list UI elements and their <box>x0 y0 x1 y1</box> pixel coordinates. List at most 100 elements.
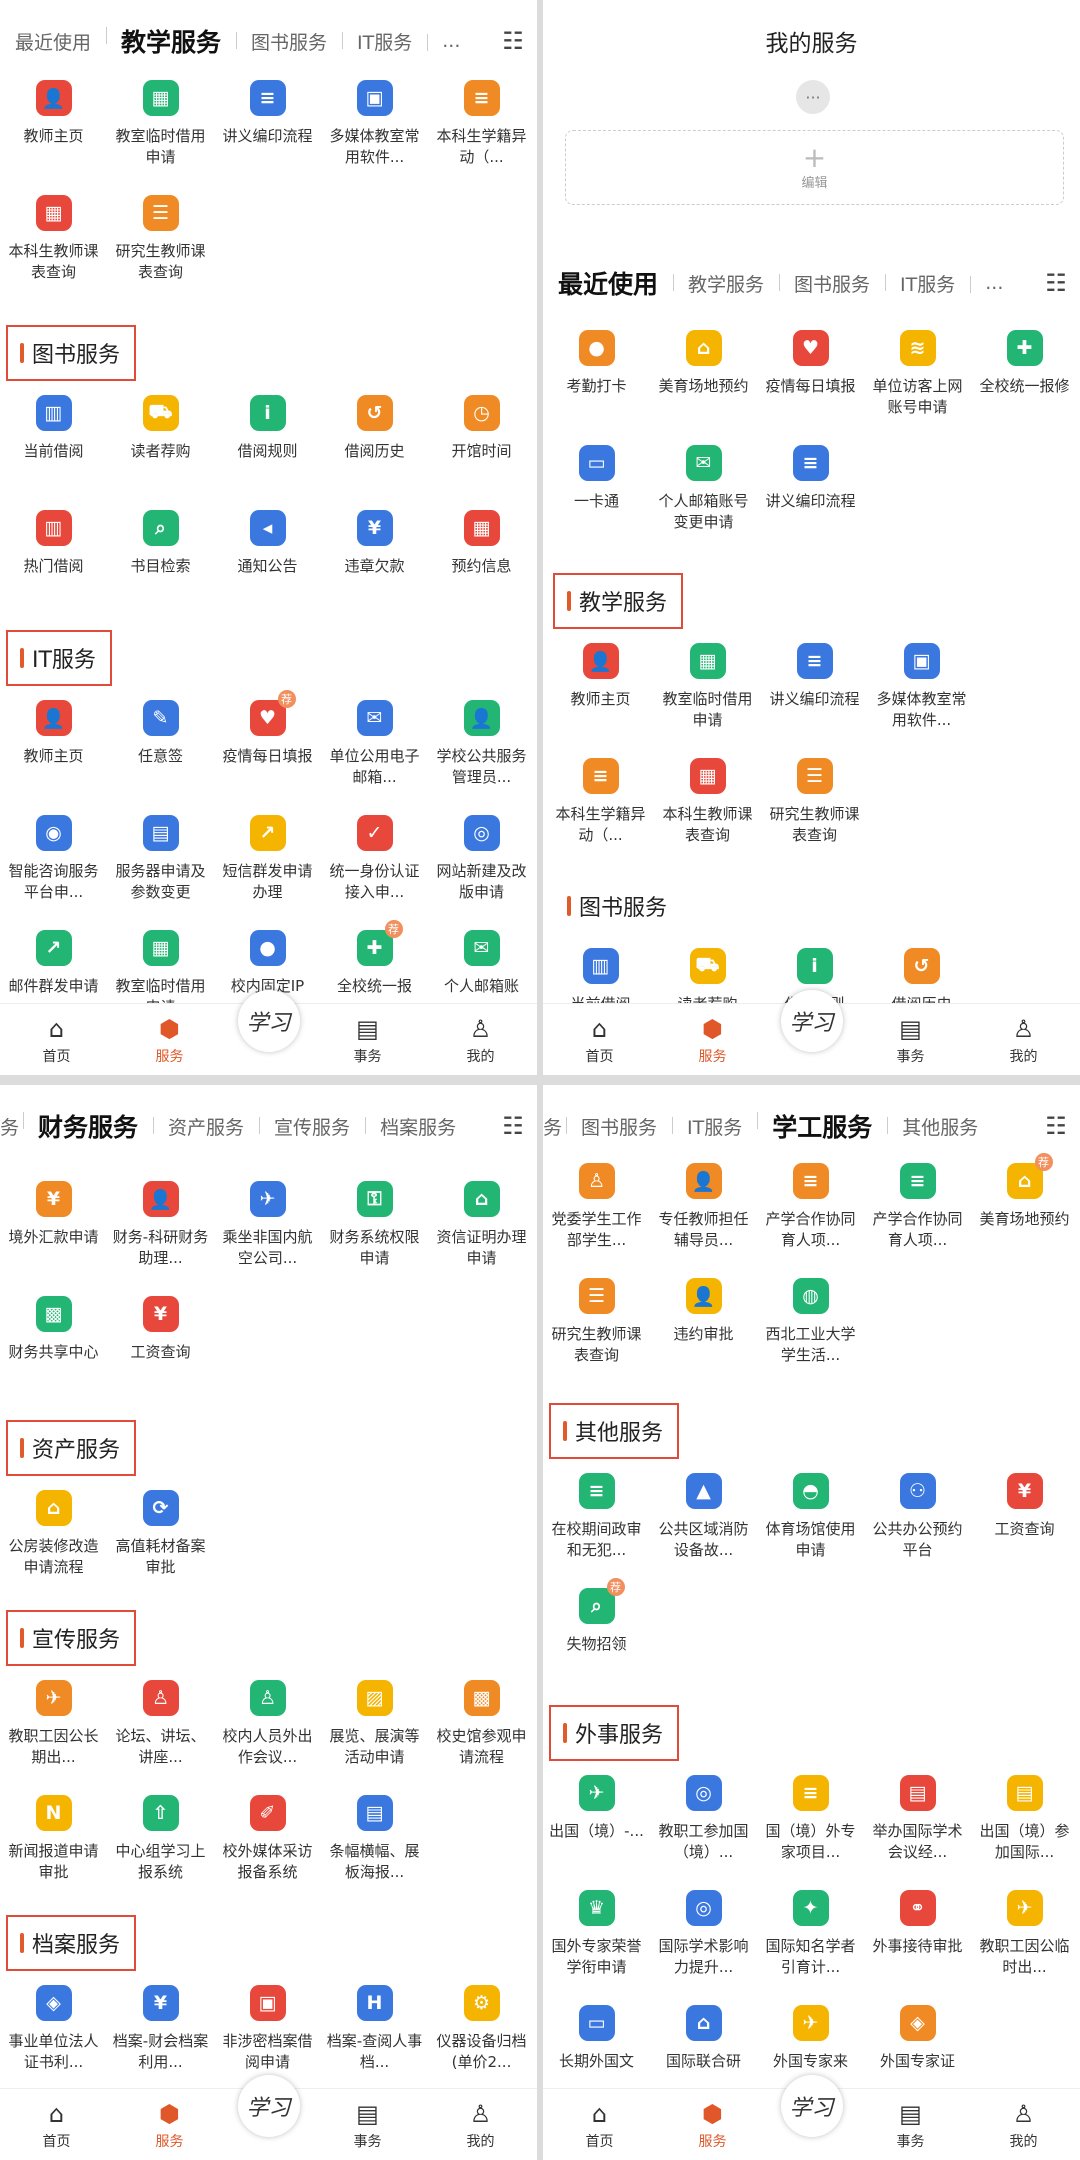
service-item[interactable]: ≡ 讲义编印流程 <box>214 80 321 195</box>
service-item[interactable]: ◍ 西北工业大学学生活... <box>757 1278 864 1393</box>
service-item[interactable]: ⟳ 高值耗材备案审批 <box>107 1490 214 1605</box>
service-item[interactable]: i 借阅规则 <box>214 395 321 510</box>
nav-home[interactable]: ⌂ 首页 <box>12 1012 102 1066</box>
tab-teaching[interactable]: 教学服务 <box>673 270 779 297</box>
service-item[interactable]: 👤 教师主页 <box>0 80 107 195</box>
tab-partial[interactable]: 务 <box>0 1113 23 1140</box>
nav-home[interactable]: ⌂ 首页 <box>555 1012 645 1066</box>
service-item[interactable]: ▤ 服务器申请及参数变更 <box>107 815 214 930</box>
tab-other[interactable]: 其他服务 <box>887 1113 993 1140</box>
service-item[interactable]: ⌂ 荐美育场地预约 <box>971 1153 1078 1278</box>
service-item[interactable]: ≡ 讲义编印流程 <box>761 643 868 758</box>
service-item[interactable]: ● 考勤打卡 <box>543 330 650 445</box>
service-item[interactable]: 👤 专任教师担任辅导员... <box>650 1163 757 1278</box>
service-item[interactable]: ◓ 体育场馆使用申请 <box>757 1473 864 1588</box>
tab-library[interactable]: 图书服务 <box>236 28 342 55</box>
service-item[interactable]: ▦ 教室临时借用申请 <box>107 80 214 195</box>
study-center-button[interactable]: 学习 <box>237 2075 300 2137</box>
edit-my-services-button[interactable]: + 编辑 <box>565 130 1064 205</box>
service-item[interactable]: ▤ 举办国际学术会议经... <box>864 1775 971 1890</box>
service-item[interactable]: ◈ 事业单位法人证书利... <box>0 1985 107 2100</box>
tab-assets[interactable]: 资产服务 <box>153 1113 259 1140</box>
service-item[interactable]: ✦ 国际知名学者引育计... <box>757 1890 864 2005</box>
service-item[interactable]: ≡ 国（境）外专家项目... <box>757 1775 864 1890</box>
service-item[interactable]: ▤ 出国（境）参加国际... <box>971 1775 1078 1890</box>
nav-service[interactable]: ⬢ 服务 <box>668 2097 758 2151</box>
service-item[interactable]: ▦ 预约信息 <box>428 510 535 625</box>
service-item[interactable]: ♙ 论坛、讲坛、讲座... <box>107 1680 214 1795</box>
all-categories-button[interactable]: ☷ <box>489 1085 537 1167</box>
study-center-button[interactable]: 学习 <box>780 990 843 1052</box>
nav-affairs[interactable]: ▤ 事务 <box>866 2097 956 2151</box>
service-item[interactable]: ≋ 单位访客上网账号申请 <box>864 330 971 445</box>
nav-service[interactable]: ⬢ 服务 <box>125 1012 215 1066</box>
service-item[interactable]: ↺ 借阅历史 <box>321 395 428 510</box>
service-item[interactable]: ◎ 教职工参加国（境）... <box>650 1775 757 1890</box>
nav-home[interactable]: ⌂ 首页 <box>555 2097 645 2151</box>
service-item[interactable]: ☰ 研究生教师课表查询 <box>761 758 868 873</box>
service-item[interactable]: ↗ 短信群发申请办理 <box>214 815 321 930</box>
service-item[interactable]: 👤 违约审批 <box>650 1278 757 1393</box>
service-item[interactable]: ¥ 工资查询 <box>107 1296 214 1411</box>
service-item[interactable]: ♥ 荐疫情每日填报 <box>214 690 321 815</box>
service-item[interactable]: ✐ 校外媒体采访报备系统 <box>214 1795 321 1910</box>
tab-more[interactable]: ... <box>427 30 475 52</box>
all-categories-button[interactable]: ☷ <box>489 0 537 82</box>
service-item[interactable]: ✈ 教职工因公长期出... <box>0 1680 107 1795</box>
service-item[interactable]: ⌂ 美育场地预约 <box>650 330 757 445</box>
service-item[interactable]: ▩ 财务共享中心 <box>0 1296 107 1411</box>
service-item[interactable]: ✎ 任意签 <box>107 700 214 815</box>
nav-mine[interactable]: ♙ 我的 <box>436 1012 526 1066</box>
service-item[interactable]: ≡ 在校期间政审和无犯... <box>543 1473 650 1588</box>
service-item[interactable]: ¥ 违章欠款 <box>321 510 428 625</box>
nav-mine[interactable]: ♙ 我的 <box>979 2097 1069 2151</box>
service-item[interactable]: 👤 教师主页 <box>547 643 654 758</box>
nav-affairs[interactable]: ▤ 事务 <box>866 1012 956 1066</box>
service-item[interactable]: ¥ 境外汇款申请 <box>0 1181 107 1296</box>
service-item[interactable]: ▣ 多媒体教室常用软件... <box>321 80 428 195</box>
service-item[interactable]: ≡ 产学合作协同育人项... <box>757 1163 864 1278</box>
service-item[interactable]: ⚭ 外事接待审批 <box>864 1890 971 2005</box>
service-item[interactable]: ▤ 条幅横幅、展板海报... <box>321 1795 428 1910</box>
service-item[interactable]: ⛟ 读者荐购 <box>107 395 214 510</box>
tab-it[interactable]: IT服务 <box>672 1113 757 1140</box>
study-center-button[interactable]: 学习 <box>780 2075 843 2137</box>
service-item[interactable]: H 档案-查阅人事档... <box>321 1985 428 2100</box>
service-item[interactable]: ▦ 本科生教师课表查询 <box>0 195 107 310</box>
tab-it[interactable]: IT服务 <box>342 28 427 55</box>
service-item[interactable]: 👤 教师主页 <box>0 700 107 815</box>
tab-recent[interactable]: 最近使用 <box>0 28 106 55</box>
service-item[interactable]: ⚇ 公共办公预约平台 <box>864 1473 971 1588</box>
nav-service[interactable]: ⬢ 服务 <box>125 2097 215 2151</box>
service-item[interactable]: ▲ 公共区域消防设备故... <box>650 1473 757 1588</box>
service-item[interactable]: ≡ 讲义编印流程 <box>757 445 864 560</box>
tab-more[interactable]: ... <box>970 272 1018 294</box>
service-item[interactable]: ✈ 教职工因公临时出... <box>971 1890 1078 2005</box>
service-item[interactable]: ▥ 当前借阅 <box>0 395 107 510</box>
service-item[interactable]: ✉ 单位公用电子邮箱... <box>321 700 428 815</box>
service-item[interactable]: ⇧ 中心组学习上报系统 <box>107 1795 214 1910</box>
service-item[interactable]: ≡ 产学合作协同育人项... <box>864 1163 971 1278</box>
tab-student-affairs[interactable]: 学工服务 <box>757 1108 887 1144</box>
tab-archives[interactable]: 档案服务 <box>365 1113 471 1140</box>
tab-finance[interactable]: 财务服务 <box>23 1108 153 1144</box>
tab-it[interactable]: IT服务 <box>885 270 970 297</box>
tab-library[interactable]: 图书服务 <box>566 1113 672 1140</box>
service-item[interactable]: ▦ 本科生教师课表查询 <box>654 758 761 873</box>
service-item[interactable]: ◂ 通知公告 <box>214 510 321 625</box>
service-item[interactable]: ✈ 出国（境）-... <box>543 1775 650 1890</box>
service-item[interactable]: ♛ 国外专家荣誉学衔申请 <box>543 1890 650 2005</box>
tab-partial[interactable]: 务 <box>543 1113 566 1140</box>
nav-mine[interactable]: ♙ 我的 <box>979 1012 1069 1066</box>
nav-home[interactable]: ⌂ 首页 <box>12 2097 102 2151</box>
tab-recent[interactable]: 最近使用 <box>543 265 673 301</box>
service-item[interactable]: ◎ 国际学术影响力提升... <box>650 1890 757 2005</box>
service-item[interactable]: 👤 财务-科研财务助理... <box>107 1181 214 1296</box>
more-dots-icon[interactable]: ··· <box>796 80 830 114</box>
service-item[interactable]: ◉ 智能咨询服务平台申... <box>0 815 107 930</box>
service-item[interactable]: ▥ 热门借阅 <box>0 510 107 625</box>
service-item[interactable]: ♙ 党委学生工作部学生... <box>543 1163 650 1278</box>
service-item[interactable]: ⌕ 书目检索 <box>107 510 214 625</box>
nav-affairs[interactable]: ▤ 事务 <box>323 2097 413 2151</box>
service-item[interactable]: ⚙ 仪器设备归档(单价2... <box>428 1985 535 2100</box>
